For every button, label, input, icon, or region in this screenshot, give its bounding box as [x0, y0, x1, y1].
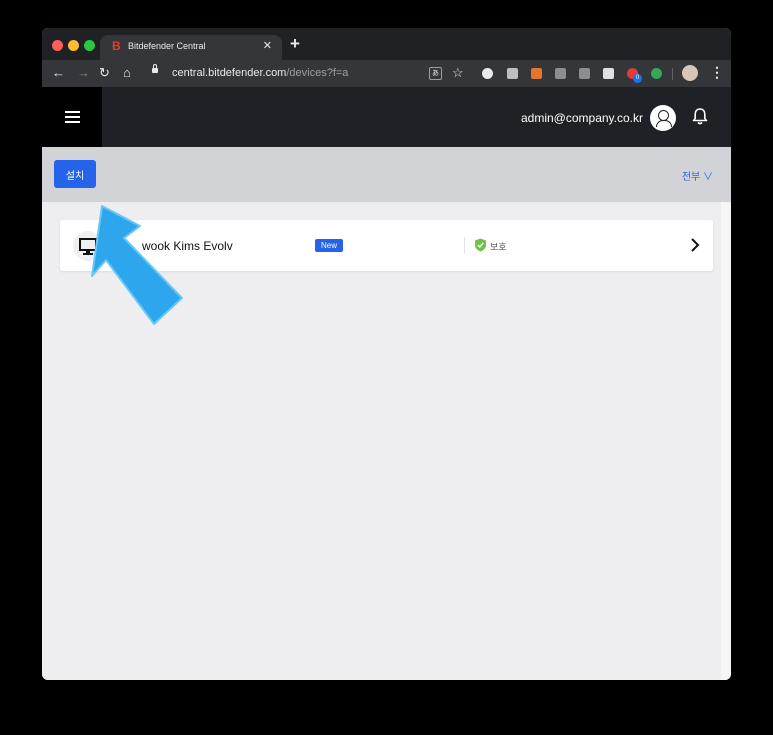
protection-status: 보호: [490, 242, 507, 252]
new-tab-icon[interactable]: +: [290, 34, 300, 54]
scrollbar[interactable]: [721, 202, 731, 680]
browser-titlebar: B Bitdefender Central ✕ +: [42, 28, 731, 60]
maximize-window-button[interactable]: [84, 40, 95, 51]
url-text: central.bitdefender.com/devices?f=a: [172, 67, 348, 79]
bitdefender-favicon-icon: B: [112, 39, 121, 53]
action-bar: 설치 전부 ∨: [42, 147, 731, 202]
extension-circle-icon[interactable]: [482, 68, 493, 79]
extension-bar-icon[interactable]: [555, 68, 566, 79]
extension-doc-icon[interactable]: [603, 68, 614, 79]
close-window-button[interactable]: [52, 40, 63, 51]
app-header: admin@company.co.kr: [42, 87, 731, 147]
url-host: central.bitdefender.com: [172, 67, 287, 79]
browser-tab[interactable]: B Bitdefender Central ✕: [100, 35, 282, 60]
bell-icon[interactable]: [692, 107, 708, 125]
new-badge: New: [315, 239, 343, 252]
reload-icon[interactable]: ↻: [99, 65, 110, 81]
translate-icon[interactable]: あ: [429, 67, 442, 80]
user-avatar-icon[interactable]: [650, 105, 676, 131]
extension-check-icon[interactable]: [651, 68, 662, 79]
back-icon[interactable]: ←: [52, 65, 65, 80]
pointer-arrow-icon: [91, 205, 183, 325]
user-email[interactable]: admin@company.co.kr: [521, 111, 643, 125]
hamburger-line: [65, 121, 80, 123]
filter-dropdown[interactable]: 전부 ∨: [682, 168, 713, 183]
url-path: /devices?f=a: [286, 67, 349, 79]
bookmark-star-icon[interactable]: ☆: [452, 65, 464, 81]
hamburger-line: [65, 111, 80, 113]
toolbar-divider: [672, 68, 673, 80]
tab-close-icon[interactable]: ✕: [263, 39, 272, 52]
browser-window: B Bitdefender Central ✕ + ← → ↻ ⌂ centra…: [42, 28, 731, 680]
extension-count-badge: 0: [633, 74, 642, 83]
extension-card-icon[interactable]: [507, 68, 518, 79]
lock-icon: [152, 64, 158, 73]
chevron-right-icon[interactable]: [690, 237, 700, 253]
avatar-body: [656, 120, 672, 127]
extension-bar2-icon[interactable]: [579, 68, 590, 79]
hamburger-menu-button[interactable]: [42, 87, 102, 147]
home-icon[interactable]: ⌂: [123, 65, 131, 80]
hamburger-line: [65, 116, 80, 118]
tab-title: Bitdefender Central: [128, 41, 206, 51]
browser-toolbar: ← → ↻ ⌂ central.bitdefender.com/devices?…: [42, 60, 731, 87]
install-button[interactable]: 설치: [54, 160, 96, 188]
shield-check-icon: [475, 238, 486, 252]
extension-ex-icon[interactable]: [531, 68, 542, 79]
profile-avatar[interactable]: [682, 65, 698, 81]
card-divider: [464, 237, 465, 254]
menu-kebab-icon[interactable]: ⋮: [710, 64, 724, 81]
forward-icon[interactable]: →: [77, 65, 90, 80]
minimize-window-button[interactable]: [68, 40, 79, 51]
